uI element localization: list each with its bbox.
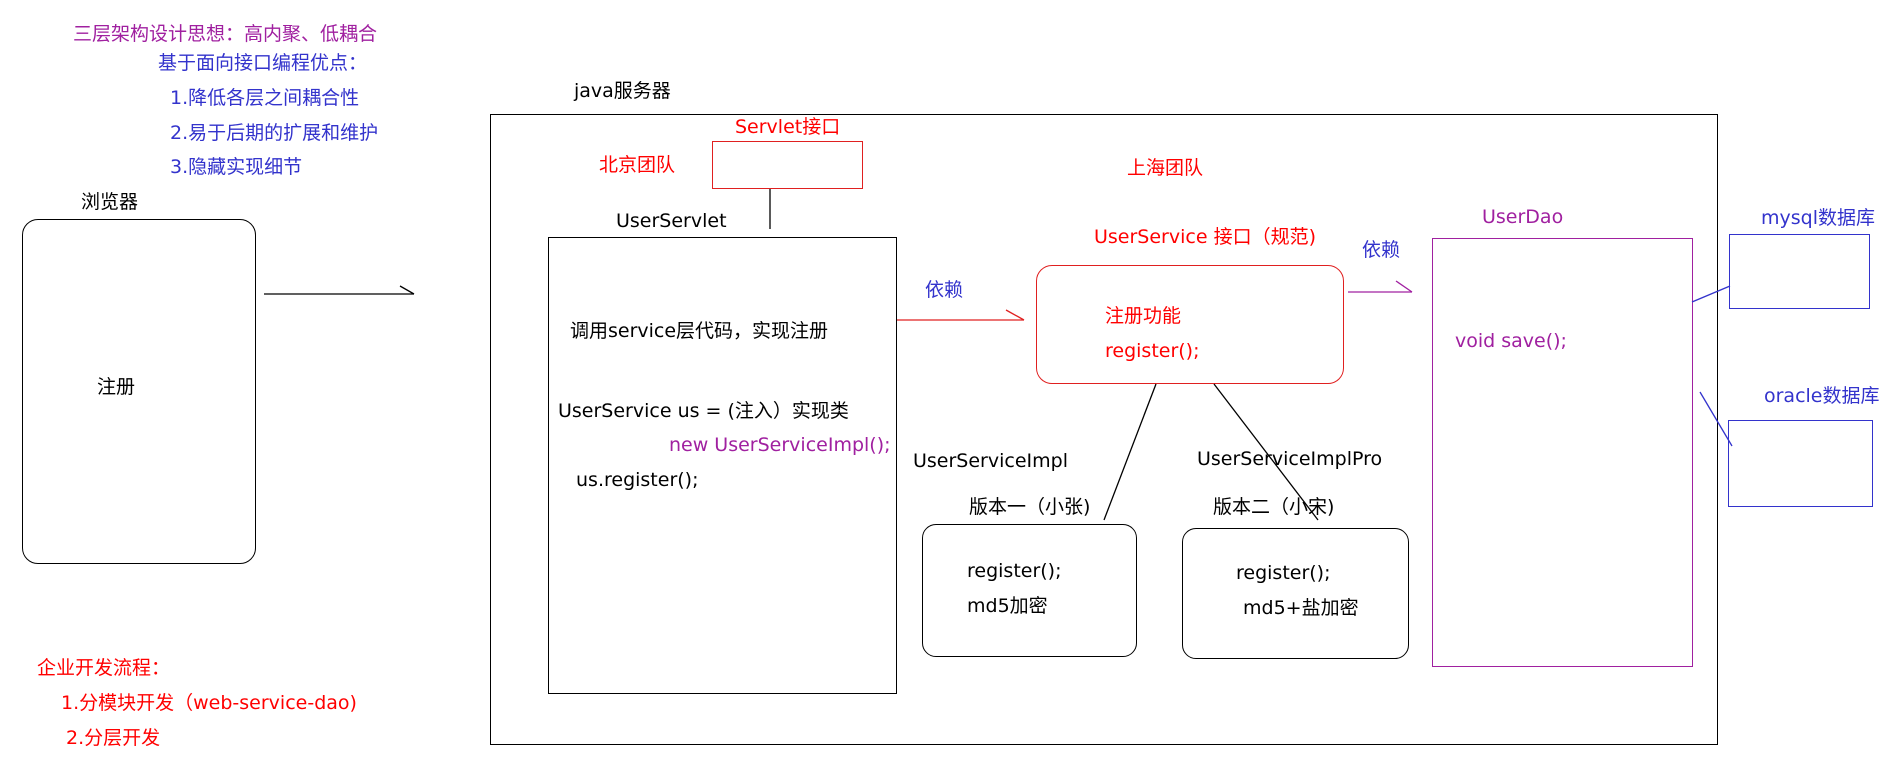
impl2-name: UserServiceImplPro bbox=[1197, 448, 1383, 470]
dao-title: UserDao bbox=[1482, 206, 1564, 228]
dao-to-oracle-line bbox=[1699, 391, 1733, 447]
servlet-line-3: new UserServiceImpl(); bbox=[669, 434, 891, 456]
impl1-line-1: register(); bbox=[967, 560, 1062, 582]
connector-lines bbox=[264, 189, 1733, 521]
server-title: java服务器 bbox=[574, 80, 671, 102]
servlet-arrow-head bbox=[1005, 309, 1025, 321]
process-point-1: 1.分模块开发（web-service-dao) bbox=[61, 692, 357, 714]
servlet-line-4: us.register(); bbox=[576, 469, 699, 491]
depends-label-1: 依赖 bbox=[925, 279, 964, 301]
mysql-label: mysql数据库 bbox=[1761, 207, 1875, 229]
browser-arrow-head bbox=[399, 285, 415, 295]
servlet-interface-label: Servlet接口 bbox=[735, 116, 841, 138]
impl2-line-1: register(); bbox=[1236, 562, 1331, 584]
service-line-1: 注册功能 bbox=[1105, 305, 1182, 327]
impl2-version: 版本二（小宋) bbox=[1213, 496, 1335, 518]
intro-point-3: 3.隐藏实现细节 bbox=[170, 156, 303, 178]
shanghai-team-label: 上海团队 bbox=[1127, 157, 1204, 179]
intro-subheading: 基于面向接口编程优点： bbox=[158, 52, 368, 74]
impl1-version: 版本一（小张) bbox=[969, 496, 1091, 518]
process-point-2: 2.分层开发 bbox=[66, 727, 161, 749]
service-title: UserService 接口（规范) bbox=[1094, 226, 1316, 248]
intro-point-1: 1.降低各层之间耦合性 bbox=[170, 87, 360, 109]
dao-arrow-head bbox=[1395, 280, 1413, 293]
impl2-line-2: md5+盐加密 bbox=[1243, 597, 1359, 619]
servlet-line-1: 调用service层代码，实现注册 bbox=[570, 320, 829, 342]
browser-title: 浏览器 bbox=[81, 191, 139, 213]
browser-register: 注册 bbox=[97, 376, 136, 398]
oracle-label: oracle数据库 bbox=[1764, 385, 1880, 407]
service-line-2: register(); bbox=[1105, 340, 1200, 362]
impl1-line-2: md5加密 bbox=[967, 595, 1048, 617]
intro-point-2: 2.易于后期的扩展和维护 bbox=[170, 122, 379, 144]
impl1-name: UserServiceImpl bbox=[913, 450, 1068, 472]
architecture-diagram: 三层架构设计思想：高内聚、低耦合 基于面向接口编程优点： 1.降低各层之间耦合性… bbox=[0, 0, 1896, 774]
dao-to-mysql-line bbox=[1691, 285, 1731, 303]
beijing-team-label: 北京团队 bbox=[599, 154, 676, 176]
process-heading: 企业开发流程： bbox=[37, 657, 171, 679]
depends-label-2: 依赖 bbox=[1362, 239, 1401, 261]
servlet-title: UserServlet bbox=[616, 210, 727, 232]
service-to-impl1-line bbox=[1103, 383, 1157, 521]
dao-line-1: void save(); bbox=[1455, 330, 1567, 352]
intro-heading: 三层架构设计思想：高内聚、低耦合 bbox=[73, 23, 378, 45]
servlet-line-2: UserService us = (注入）实现类 bbox=[558, 400, 849, 422]
